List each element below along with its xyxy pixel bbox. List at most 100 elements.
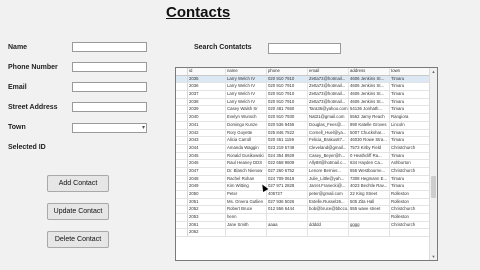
table-cell-address[interactable]	[349, 229, 390, 237]
row-header[interactable]	[176, 221, 188, 229]
phone-field[interactable]	[72, 62, 147, 72]
table-cell-address[interactable]	[349, 214, 390, 221]
table-cell-name[interactable]: Ronald Gusikowski	[226, 152, 267, 160]
table-cell-name[interactable]: Casey Walsh Sr	[226, 106, 267, 114]
table-row[interactable]: 2041 Domingo Kunze 020 536 9455 Douglas_Fee…	[176, 121, 429, 130]
table-cell-address[interactable]: 4606 Jenkins St...	[349, 98, 390, 106]
table-cell-email[interactable]: Lenore Bernier...	[308, 167, 349, 175]
table-cell-email[interactable]: Ally88@hotmail.c...	[308, 160, 349, 167]
table-cell-town[interactable]: Christchurch	[390, 206, 429, 213]
table-cell-name[interactable]: henn	[226, 214, 267, 221]
table-cell-name[interactable]: Dr. Blanch Nienow	[226, 167, 267, 175]
table-row[interactable]: 2052 Robert Bruce 012 556 6444 bob@bruce@bb…	[176, 206, 429, 215]
table-cell-name[interactable]: Larry Welch IV	[226, 83, 267, 91]
table-cell-phone[interactable]	[267, 214, 308, 221]
table-row[interactable]: 2047 Dr. Blanch Nienow 027 260 6752 Lenore …	[176, 167, 429, 176]
table-cell-phone[interactable]: 020 536 9455	[267, 121, 308, 129]
row-header[interactable]	[176, 98, 188, 106]
table-cell-name[interactable]: Alicia Carroll	[226, 137, 267, 144]
table-cell-email[interactable]	[308, 229, 349, 237]
table-cell-address[interactable]: 7308 Hegmann E...	[349, 175, 390, 183]
row-header[interactable]	[176, 160, 188, 167]
table-cell-name[interactable]: Evelyn Wunsch	[226, 114, 267, 121]
table-row[interactable]: 2038 Larry Welch IV 020 910 7910 Zetta73@ho…	[176, 98, 429, 107]
table-cell-id[interactable]: 2038	[188, 98, 226, 106]
row-header[interactable]	[176, 106, 188, 114]
table-row[interactable]: 2062	[176, 229, 429, 238]
table-cell-email[interactable]: Jarret.Franecki@...	[308, 183, 349, 190]
search-input[interactable]	[268, 43, 341, 54]
table-cell-address[interactable]: 54136 Jonhath...	[349, 106, 390, 114]
table-cell-address[interactable]: 555 Westbourne...	[349, 167, 390, 175]
table-cell-name[interactable]: Raul Heaney DDS	[226, 160, 267, 167]
column-header-address[interactable]: address	[349, 68, 390, 75]
table-row[interactable]: 2037 Larry Welch IV 020 910 7910 Zetta73@ho…	[176, 91, 429, 99]
table-cell-phone[interactable]	[267, 229, 308, 237]
row-header[interactable]	[176, 183, 188, 190]
table-cell-address[interactable]: 555 wave street	[349, 206, 390, 214]
row-header[interactable]	[176, 144, 188, 152]
table-cell-name[interactable]: Larry Welch IV	[226, 98, 267, 106]
table-cell-id[interactable]: 2051	[188, 198, 226, 206]
table-cell-email[interactable]: Zetta73@hotmail...	[308, 83, 349, 91]
table-cell-town[interactable]: Timaru	[390, 76, 429, 83]
table-cell-email[interactable]: Tara36@yahoo.com	[308, 106, 349, 114]
row-header[interactable]	[176, 191, 188, 198]
email-field[interactable]	[72, 82, 147, 92]
table-cell-address[interactable]: 505 Zita Hall	[349, 198, 390, 206]
table-cell-town[interactable]: Christchurch	[390, 222, 429, 229]
street-address-field[interactable]	[72, 102, 147, 112]
table-cell-id[interactable]: 2036	[188, 83, 226, 91]
table-cell-email[interactable]: bob@bruce@bbcco...	[308, 206, 349, 214]
table-cell-email[interactable]: Nat31@gmail.com	[308, 114, 349, 121]
table-cell-town[interactable]: Timaru	[390, 183, 429, 190]
table-cell-town[interactable]: Timaru	[390, 106, 429, 113]
table-cell-name[interactable]	[226, 229, 267, 237]
table-cell-town[interactable]: Timaru	[390, 137, 429, 144]
table-cell-phone[interactable]: 020 910 7910	[267, 75, 308, 83]
table-row[interactable]: 2050 Peter 405727 peter@gmail.com 22 King St…	[176, 191, 429, 199]
table-cell-id[interactable]: 2045	[188, 152, 226, 160]
table-row[interactable]: 2048 Rachel Rohan 024 709 0619 Julie_Little…	[176, 175, 429, 184]
table-cell-town[interactable]: Rolleston	[390, 214, 429, 221]
table-cell-name[interactable]: Ms. Orvera Gutlien	[226, 198, 267, 206]
table-cell-name[interactable]: Peter	[226, 191, 267, 198]
table-cell-id[interactable]: 2043	[188, 137, 226, 144]
table-cell-phone[interactable]: 027 260 6752	[267, 167, 308, 175]
table-cell-phone[interactable]: 012 556 6444	[267, 206, 308, 214]
row-header-corner[interactable]	[176, 68, 188, 75]
chevron-down-icon[interactable]: ▾	[142, 124, 145, 132]
table-cell-id[interactable]: 2047	[188, 167, 226, 175]
row-header[interactable]	[176, 75, 188, 83]
row-header[interactable]	[176, 137, 188, 144]
table-cell-name[interactable]: Larry Welch IV	[226, 91, 267, 98]
name-field[interactable]	[72, 42, 147, 52]
table-cell-id[interactable]: 2050	[188, 191, 226, 198]
table-cell-email[interactable]: Zetta73@hotmail...	[308, 91, 349, 98]
table-cell-id[interactable]: 2044	[188, 144, 226, 152]
update-contact-button[interactable]: Update Contact	[47, 203, 109, 220]
table-cell-phone[interactable]: 020 461 1159	[267, 137, 308, 144]
table-cell-address[interactable]: gggg	[349, 221, 390, 229]
table-cell-address[interactable]: 0 Heathcliff Ra...	[349, 152, 390, 160]
table-cell-town[interactable]: Rolleston	[390, 191, 429, 198]
row-header[interactable]	[176, 152, 188, 160]
table-cell-name[interactable]: Larry Welch IV	[226, 75, 267, 83]
table-cell-email[interactable]: Cleveland@gmail...	[308, 144, 349, 152]
row-header[interactable]	[176, 206, 188, 214]
table-cell-name[interactable]: Robert Bruce	[226, 206, 267, 214]
table-cell-id[interactable]: 2061	[188, 221, 226, 229]
town-select[interactable]: ▾	[72, 123, 147, 133]
table-cell-id[interactable]: 2039	[188, 106, 226, 114]
table-cell-id[interactable]: 2041	[188, 121, 226, 129]
table-cell-town[interactable]: Timaru	[390, 176, 429, 183]
table-cell-town[interactable]: Timaru	[390, 91, 429, 98]
table-cell-address[interactable]: 22 King Street	[349, 191, 390, 198]
table-cell-id[interactable]: 2052	[188, 206, 226, 214]
table-cell-phone[interactable]: 020 910 7930	[267, 114, 308, 121]
table-cell-id[interactable]: 2053	[188, 214, 226, 221]
table-cell-phone[interactable]: 022 658 9609	[267, 160, 308, 167]
column-header-name[interactable]: name	[226, 68, 267, 75]
table-cell-phone[interactable]: 023 219 5749	[267, 144, 308, 152]
table-cell-phone[interactable]: 027 971 2828	[267, 183, 308, 190]
